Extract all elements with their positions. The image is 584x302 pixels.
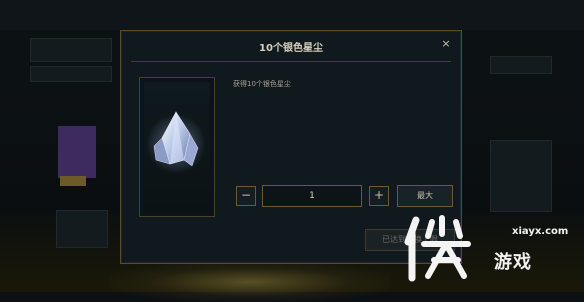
logo-mark [404, 215, 471, 282]
background-tile [30, 66, 112, 82]
item-preview-inner [144, 82, 210, 212]
background-tile [490, 140, 552, 212]
close-icon[interactable]: × [439, 37, 453, 51]
background-tile [30, 38, 112, 62]
watermark-domain: xiayx.com [512, 226, 569, 237]
background-item-card [58, 126, 96, 178]
title-divider [131, 61, 451, 62]
max-button[interactable]: 最大 [397, 185, 453, 207]
background-item-badge [60, 176, 86, 186]
item-description: 获得10个银色星尘 [233, 80, 291, 88]
background-tile [490, 56, 552, 74]
background-top-bar [0, 0, 584, 30]
background-tile [56, 210, 108, 248]
background-glow [110, 262, 390, 302]
plus-icon: + [373, 188, 385, 202]
dialog-title: 10个银色星尘 [259, 43, 323, 54]
decrement-button[interactable]: − [236, 186, 256, 206]
item-preview [139, 77, 215, 217]
watermark-brand: 游戏 [494, 252, 532, 273]
minus-icon: − [240, 188, 252, 202]
crystal-icon [146, 111, 206, 174]
quantity-input[interactable]: 1 [262, 185, 362, 207]
increment-button[interactable]: + [369, 186, 389, 206]
